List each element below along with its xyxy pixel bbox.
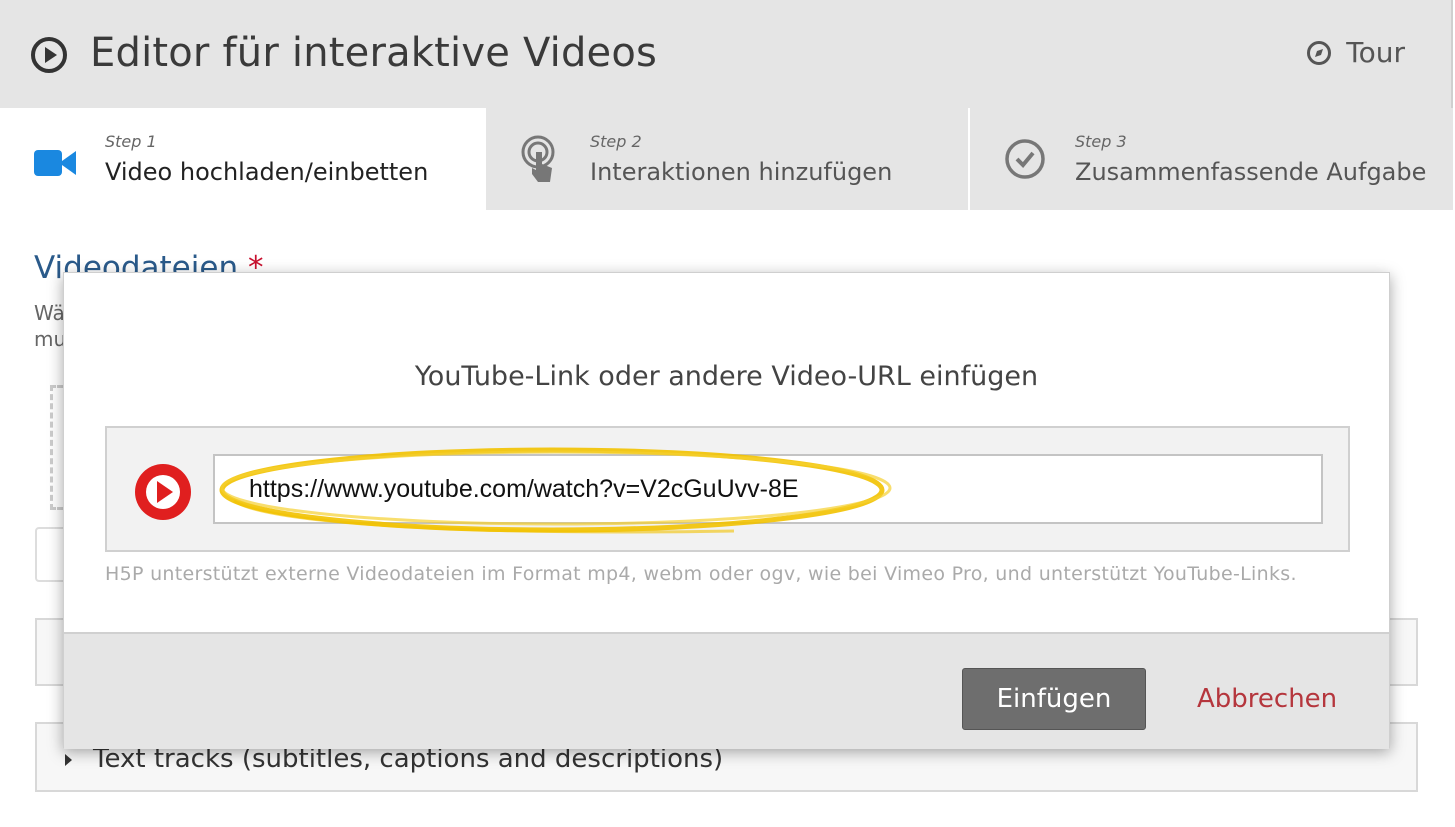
check-circle-icon — [1005, 139, 1045, 179]
dialog-title: YouTube-Link oder andere Video-URL einfü… — [414, 361, 1039, 392]
step-number: Step 3 — [1075, 132, 1127, 151]
step-label: Interaktionen hinzufügen — [590, 158, 893, 186]
tour-button[interactable]: Tour — [1306, 36, 1405, 69]
step-tabs: Step 1 Video hochladen/einbetten Step 2 … — [0, 108, 1453, 210]
cancel-button[interactable]: Abbrechen — [1197, 684, 1337, 714]
play-circle-icon — [31, 37, 67, 73]
url-input-wrapper — [105, 426, 1350, 552]
tab-step-2[interactable]: Step 2 Interaktionen hinzufügen — [484, 108, 968, 210]
touch-hand-icon — [521, 135, 555, 182]
compass-icon — [1307, 40, 1332, 65]
step-label: Zusammenfassende Aufgabe — [1075, 158, 1427, 186]
step-number: Step 1 — [105, 132, 157, 151]
tab-step-1[interactable]: Step 1 Video hochladen/einbetten — [0, 108, 484, 210]
field-description: Wä mu — [34, 300, 66, 352]
step-label: Video hochladen/einbetten — [105, 158, 429, 186]
tab-step-3[interactable]: Step 3 Zusammenfassende Aufgabe — [968, 108, 1453, 210]
video-url-input[interactable] — [213, 454, 1323, 524]
format-hint: H5P unterstützt externe Videodateien im … — [105, 563, 1297, 585]
step-number: Step 2 — [590, 132, 642, 151]
editor-header: Editor für interaktive Videos Tour — [0, 0, 1453, 108]
insert-button[interactable]: Einfügen — [962, 668, 1146, 730]
description-line: mu — [34, 327, 67, 351]
video-url-dialog: YouTube-Link oder andere Video-URL einfü… — [63, 272, 1390, 749]
description-line: Wä — [34, 301, 65, 325]
page-title: Editor für interaktive Videos — [90, 30, 658, 76]
caret-right-icon — [65, 754, 72, 766]
dialog-footer: Einfügen Abbrechen — [64, 632, 1389, 749]
tour-label: Tour — [1346, 36, 1405, 69]
youtube-play-icon — [135, 464, 191, 520]
video-camera-icon — [34, 150, 76, 176]
